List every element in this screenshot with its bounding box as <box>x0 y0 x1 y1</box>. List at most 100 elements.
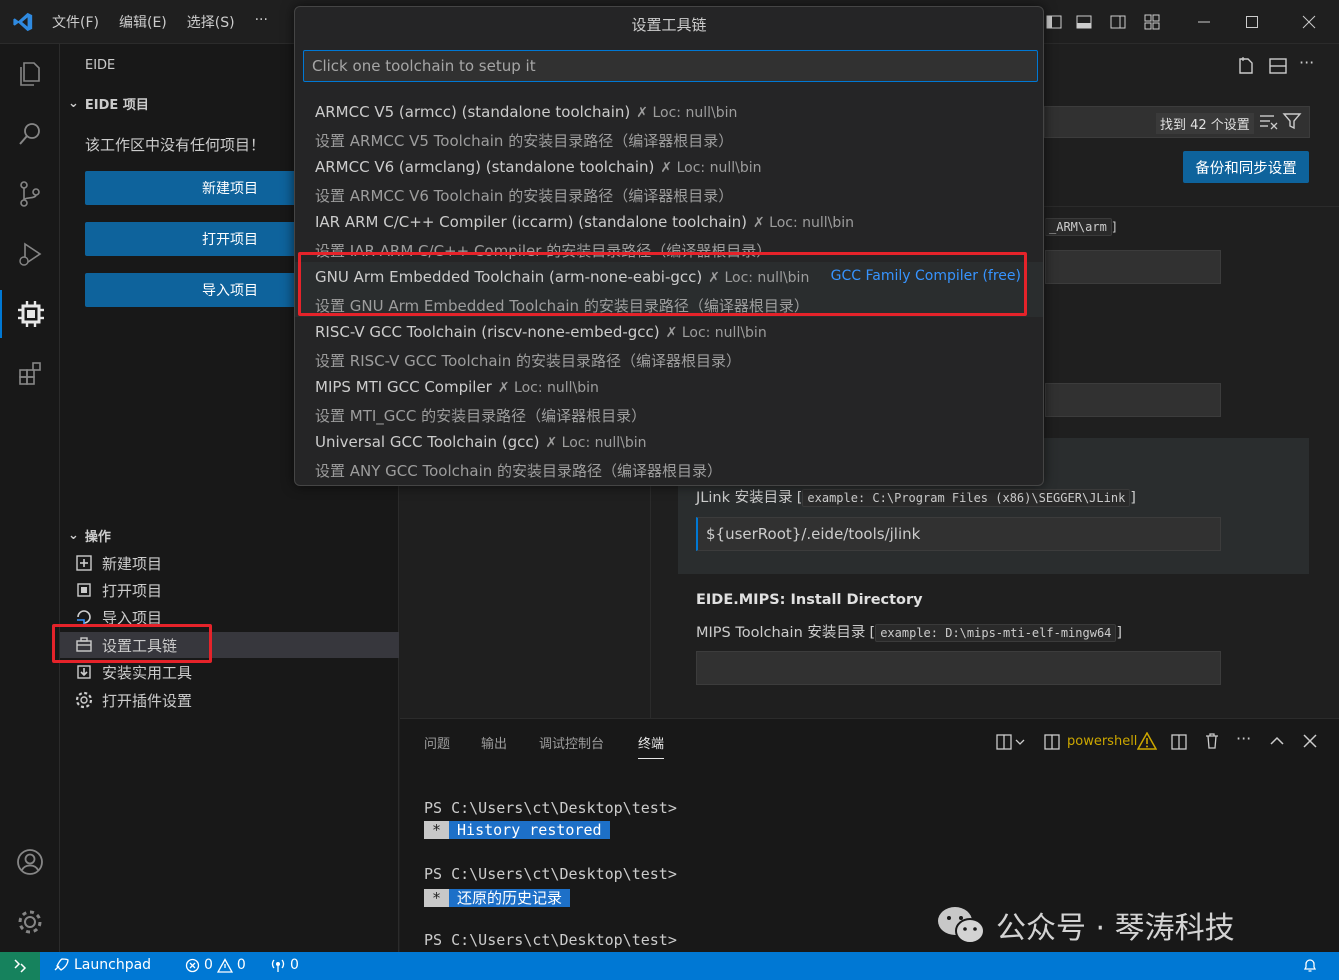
op-open-plugin-settings[interactable]: 打开插件设置 <box>74 687 192 713</box>
menu-file[interactable]: 文件(F) <box>52 12 99 32</box>
tab-debug-console[interactable]: 调试控制台 <box>539 733 604 752</box>
panel-more-icon[interactable]: ··· <box>1236 729 1251 748</box>
toolchain-label: MIPS MTI GCC Compiler <box>315 378 492 396</box>
install-utility-icon <box>74 662 94 682</box>
arm-install-dir-input[interactable] <box>1045 250 1221 284</box>
mips-example-code: example: D:\mips-mti-elf-mingw64 <box>875 624 1117 642</box>
split-editor-icon[interactable] <box>1268 56 1288 80</box>
tab-output[interactable]: 输出 <box>481 733 507 752</box>
minimize-icon[interactable] <box>1192 10 1216 34</box>
section-operations[interactable]: ⌄ 操作 <box>68 526 111 545</box>
menu-edit[interactable]: 编辑(E) <box>119 12 167 32</box>
highlight-box-setup-toolchain <box>52 624 212 663</box>
jlink-install-dir-input[interactable]: ${userRoot}/.eide/tools/jlink <box>696 517 1221 551</box>
open-project-icon <box>74 580 94 600</box>
toolchain-location: ✗ Loc: null\bin <box>497 380 599 396</box>
section-eide-project[interactable]: ⌄ EIDE 项目 <box>68 94 149 113</box>
launchpad-item[interactable]: Launchpad <box>52 957 151 973</box>
new-project-icon <box>74 553 94 573</box>
toolchain-location: ✗ Loc: null\bin <box>545 435 647 451</box>
op-new-project[interactable]: 新建项目 <box>74 550 162 576</box>
close-window-icon[interactable] <box>1297 10 1321 34</box>
terminal-instance-icon[interactable] <box>1044 733 1062 755</box>
terminal-line-4: * 还原的历史记录 <box>424 887 571 908</box>
eide-extension-icon[interactable] <box>0 290 60 338</box>
problems-indicator[interactable]: 0 0 <box>185 957 246 973</box>
tab-terminal[interactable]: 终端 <box>638 733 665 759</box>
open-settings-json-icon[interactable] <box>1236 56 1256 80</box>
terminal-history-restored-zh: 还原的历史记录 <box>449 889 571 907</box>
editor-scrollbar[interactable] <box>1330 214 1338 794</box>
wechat-logo-icon <box>938 907 985 944</box>
toolchain-detail: 设置 ANY GCC Toolchain 的安装目录路径（编译器根目录） <box>315 462 723 480</box>
more-actions-icon[interactable]: ··· <box>1299 53 1314 72</box>
accounts-icon[interactable] <box>0 838 60 886</box>
toolchain-label: RISC-V GCC Toolchain (riscv-none-embed-g… <box>315 323 660 341</box>
op-open-project[interactable]: 打开项目 <box>74 577 162 603</box>
chevron-down-icon: ⌄ <box>68 528 79 543</box>
toolchain-item-universal-gcc[interactable]: Universal GCC Toolchain (gcc) ✗ Loc: null… <box>295 427 1043 482</box>
ports-count: 0 <box>290 957 299 973</box>
terminal-star-1: * <box>424 821 450 839</box>
search-icon[interactable] <box>0 110 60 158</box>
filter-icon[interactable] <box>1282 112 1302 134</box>
clear-filter-icon[interactable] <box>1258 112 1278 134</box>
mips-install-dir-input[interactable] <box>696 651 1221 685</box>
highlight-box-gnu-arm <box>298 252 1027 316</box>
arm-example-fragment: _ARM\arm] <box>1045 218 1116 236</box>
run-debug-icon[interactable] <box>0 230 60 278</box>
toolchain-location: ✗ Loc: null\bin <box>636 105 738 121</box>
toggle-panel-icon[interactable] <box>1072 10 1096 34</box>
toolchain-item-mips[interactable]: MIPS MTI GCC Compiler ✗ Loc: null\bin 设置 … <box>295 372 1043 427</box>
toolchain-detail: 设置 ARMCC V6 Toolchain 的安装目录路径（编译器根目录） <box>315 187 734 205</box>
toolchain-item-armcc6[interactable]: ARMCC V6 (armclang) (standalone toolchai… <box>295 152 1043 207</box>
toolchain-location: ✗ Loc: null\bin <box>752 215 855 231</box>
toolchain-item-armcc5[interactable]: ARMCC V5 (armcc) (standalone toolchain) ✗… <box>295 97 1043 152</box>
ports-indicator[interactable]: 0 <box>270 957 299 973</box>
warning-count: 0 <box>236 957 246 973</box>
toggle-secondary-sidebar-icon[interactable] <box>1106 10 1130 34</box>
vscode-logo-icon <box>12 11 34 37</box>
close-panel-icon[interactable] <box>1302 733 1318 753</box>
maximize-panel-icon[interactable] <box>1269 733 1285 753</box>
toolchain-detail: 设置 MTI_GCC 的安装目录路径（编译器根目录） <box>315 407 647 425</box>
new-terminal-split-icon[interactable] <box>996 733 1026 755</box>
error-icon <box>185 958 200 972</box>
menu-more[interactable]: ··· <box>255 12 268 32</box>
extensions-icon[interactable] <box>0 350 60 398</box>
customize-layout-icon[interactable] <box>1140 10 1164 34</box>
quick-pick-input[interactable]: Click one toolchain to setup it <box>303 50 1038 82</box>
empty-workspace-message: 该工作区中没有任何项目！ <box>85 136 266 154</box>
toolchain-item-riscv[interactable]: RISC-V GCC Toolchain (riscv-none-embed-g… <box>295 317 1043 372</box>
gear-icon <box>74 690 94 710</box>
chevron-down-icon: ⌄ <box>68 96 79 111</box>
backup-sync-settings-button[interactable]: 备份和同步设置 <box>1183 151 1309 183</box>
toolchain-label: ARMCC V5 (armcc) (standalone toolchain) <box>315 103 631 121</box>
op-open-project-label: 打开项目 <box>102 581 163 600</box>
status-bar: Launchpad 0 0 0 <box>0 952 1339 980</box>
notifications-bell-icon[interactable] <box>1302 957 1318 977</box>
settings-gear-icon[interactable] <box>0 898 60 946</box>
activity-bar <box>0 44 60 952</box>
terminal-line-5: PS C:\Users\ct\Desktop\test> <box>424 931 677 949</box>
maximize-icon[interactable] <box>1240 10 1264 34</box>
section-operations-label: 操作 <box>84 530 111 545</box>
riscv-install-dir-input[interactable] <box>1045 383 1221 417</box>
toggle-sidebar-icon[interactable] <box>1042 10 1066 34</box>
toolchain-label: ARMCC V6 (armclang) (standalone toolchai… <box>315 158 655 176</box>
kill-terminal-icon[interactable] <box>1203 732 1221 754</box>
toolchain-label: IAR ARM C/C++ Compiler (iccarm) (standal… <box>315 213 747 231</box>
op-open-plugin-settings-label: 打开插件设置 <box>102 691 193 710</box>
toolchain-label: Universal GCC Toolchain (gcc) <box>315 433 540 451</box>
menu-select[interactable]: 选择(S) <box>187 12 235 32</box>
remote-indicator-icon[interactable] <box>0 952 40 980</box>
source-control-icon[interactable] <box>0 170 60 218</box>
tab-problems[interactable]: 问题 <box>424 733 450 752</box>
mips-setting-title: EIDE.MIPS: Install Directory <box>696 592 923 608</box>
terminal-star-2: * <box>424 889 450 907</box>
terminal-shell-name[interactable]: powershell <box>1067 734 1137 749</box>
explorer-icon[interactable] <box>0 50 60 98</box>
toolchain-location: ✗ Loc: null\bin <box>665 325 767 341</box>
split-terminal-icon[interactable] <box>1171 733 1189 755</box>
jlink-description: JLink 安装目录 [example: C:\Program Files (x… <box>696 489 1136 507</box>
